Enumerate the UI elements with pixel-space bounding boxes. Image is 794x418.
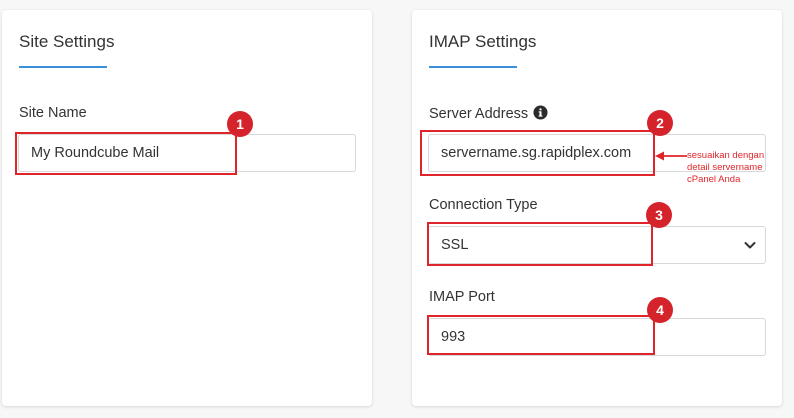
imap-port-value: 993 <box>441 329 466 345</box>
annotation-note: sesuaikan dengan detail servername cPane… <box>687 150 794 186</box>
connection-type-value: SSL <box>441 237 469 253</box>
note-line: detail servername <box>687 162 763 173</box>
site-name-value: My Roundcube Mail <box>31 145 160 161</box>
imap-port-input[interactable]: 993 <box>428 318 766 356</box>
step-badge-2: 2 <box>647 110 673 136</box>
connection-type-label: Connection Type <box>429 197 538 213</box>
step-badge-1: 1 <box>227 111 253 137</box>
site-settings-title: Site Settings <box>19 32 115 51</box>
note-line: cPanel Anda <box>687 174 741 185</box>
site-name-input[interactable]: My Roundcube Mail <box>18 134 356 172</box>
note-line: sesuaikan dengan <box>687 150 765 161</box>
site-settings-card: Site Settings Site Name My Roundcube Mai… <box>2 10 372 406</box>
step-badge-4: 4 <box>647 297 673 323</box>
site-name-label: Site Name <box>19 105 87 121</box>
title-underline <box>19 66 107 68</box>
step-badge-3: 3 <box>646 202 672 228</box>
title-underline <box>429 66 517 68</box>
info-icon[interactable] <box>533 105 548 120</box>
server-address-label: Server Address <box>429 105 548 122</box>
imap-settings-card: IMAP Settings Server Address servername.… <box>412 10 782 406</box>
imap-settings-title: IMAP Settings <box>429 32 537 51</box>
arrow-left-icon <box>655 151 687 161</box>
server-address-label-text: Server Address <box>429 106 529 122</box>
connection-type-select[interactable]: SSL <box>428 226 766 264</box>
server-address-value: servername.sg.rapidplex.com <box>441 145 632 161</box>
imap-port-label: IMAP Port <box>429 289 495 305</box>
chevron-down-icon <box>744 242 756 249</box>
